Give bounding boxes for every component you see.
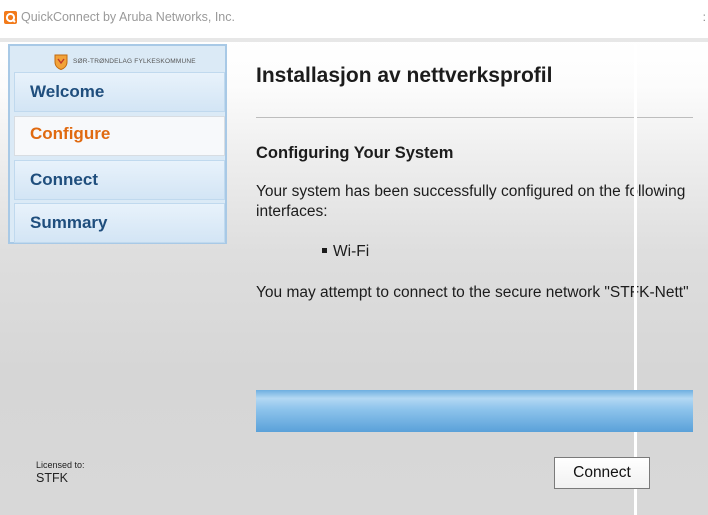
window-title: QuickConnect by Aruba Networks, Inc. [21, 10, 235, 24]
step-label: Configure [30, 124, 111, 143]
progress-bar [256, 390, 693, 432]
steps-sidebar: SØR-TRØNDELAG FYLKESKOMMUNE Welcome Conf… [8, 44, 227, 244]
interface-name: Wi-Fi [333, 243, 370, 260]
window-menu-icon[interactable]: : [703, 10, 706, 24]
quickconnect-icon [4, 11, 17, 24]
window-top-border [0, 38, 708, 42]
panel-divider [634, 44, 637, 515]
license-info: Licensed to: STFK [36, 460, 85, 485]
step-configure[interactable]: Configure [14, 116, 225, 156]
bullet-icon [322, 248, 327, 254]
network-note: You may attempt to connect to the secure… [256, 284, 689, 301]
title-bar: QuickConnect by Aruba Networks, Inc. : [0, 0, 708, 30]
step-summary[interactable]: Summary [14, 203, 225, 243]
step-connect[interactable]: Connect [14, 160, 225, 200]
title-divider [256, 117, 693, 118]
license-label: Licensed to: [36, 460, 85, 470]
section-title: Configuring Your System [256, 144, 454, 162]
step-label: Summary [30, 213, 108, 232]
step-welcome[interactable]: Welcome [14, 72, 225, 112]
page-title: Installasjon av nettverksprofil [256, 64, 553, 87]
step-label: Welcome [30, 82, 105, 101]
interface-list-item: Wi-Fi [322, 243, 369, 261]
step-label: Connect [30, 170, 98, 189]
status-message: Your system has been successfully config… [256, 183, 686, 220]
organization-brand: SØR-TRØNDELAG FYLKESKOMMUNE [18, 54, 218, 72]
license-value: STFK [36, 471, 68, 485]
county-crest-icon [54, 54, 68, 70]
organization-name: SØR-TRØNDELAG FYLKESKOMMUNE [73, 58, 196, 65]
connect-button[interactable]: Connect [554, 457, 650, 489]
